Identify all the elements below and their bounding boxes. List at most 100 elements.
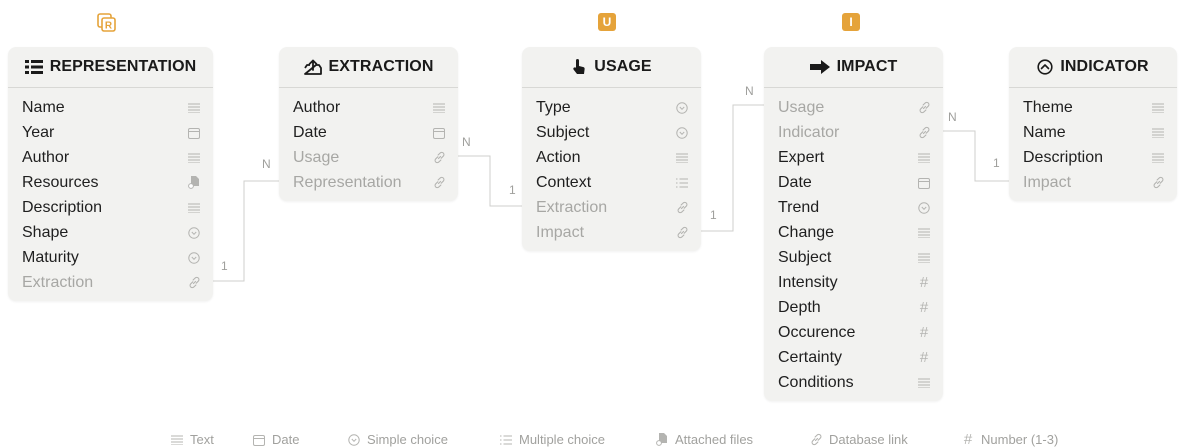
link-icon <box>809 433 823 447</box>
upload-box-icon <box>303 59 322 75</box>
cardinality-label: 1 <box>509 183 516 197</box>
field-name: Description <box>1023 148 1104 166</box>
cardinality-label: 1 <box>221 259 228 273</box>
legend-label: Attached files <box>675 432 754 447</box>
field-name: Author <box>22 148 70 166</box>
field-row: Author <box>293 95 446 120</box>
field-row: Action <box>536 145 689 170</box>
field-row: Description <box>1023 145 1165 170</box>
field-name: Indicator <box>778 123 840 141</box>
field-name: Date <box>778 173 812 191</box>
link-icon <box>432 151 446 165</box>
table-impact: IMPACT Usage Indicator Expert Date Trend Chang… <box>764 47 943 401</box>
field-row: Shape <box>22 220 201 245</box>
field-row: Name <box>22 95 201 120</box>
dropdown-icon <box>187 226 201 240</box>
dropdown-icon <box>347 433 361 447</box>
text-icon <box>187 101 201 115</box>
field-row: Extraction <box>536 195 689 220</box>
text-icon <box>917 226 931 240</box>
field-name: Type <box>536 98 571 116</box>
field-name: Shape <box>22 223 69 241</box>
table-title: INDICATOR <box>1060 58 1149 75</box>
legend-item: Date <box>252 432 299 447</box>
field-row: Date <box>293 120 446 145</box>
field-name: Usage <box>293 148 340 166</box>
field-name: Extraction <box>22 273 94 291</box>
table-header: USAGE <box>522 47 701 88</box>
text-icon <box>187 151 201 165</box>
text-icon <box>432 101 446 115</box>
field-row: Change <box>778 220 931 245</box>
text-icon <box>1151 151 1165 165</box>
pointer-hand-icon <box>571 58 587 76</box>
field-name: Extraction <box>536 198 608 216</box>
attachment-icon <box>187 176 201 190</box>
legend-item: Attached files <box>655 432 753 447</box>
link-icon <box>187 276 201 290</box>
link-icon <box>1151 176 1165 190</box>
legend-item: Database link <box>809 432 908 447</box>
hash-icon: # <box>919 274 929 291</box>
field-row: Trend <box>778 195 931 220</box>
field-name: Context <box>536 173 592 191</box>
legend-label: Text <box>190 432 214 447</box>
field-name: Year <box>22 123 55 141</box>
legend-label: Date <box>272 432 300 447</box>
field-name: Representation <box>293 173 402 191</box>
calendar-icon <box>187 126 201 140</box>
field-name: Depth <box>778 298 821 316</box>
cardinality-label: N <box>745 84 754 98</box>
cardinality-label: 1 <box>993 156 1000 170</box>
table-header: IMPACT <box>764 47 943 88</box>
table-header: EXTRACTION <box>279 47 458 88</box>
list-icon <box>499 433 513 447</box>
field-row: Date <box>778 170 931 195</box>
field-row: Certainty # <box>778 345 931 370</box>
table-representation: REPRESENTATION Name Year Author Resources Des… <box>8 47 213 301</box>
hash-icon: # <box>919 299 929 316</box>
calendar-icon <box>917 176 931 190</box>
list-icon <box>675 176 689 190</box>
field-row: Maturity <box>22 245 201 270</box>
field-row: Author <box>22 145 201 170</box>
field-name: Name <box>22 98 65 116</box>
cardinality-label: N <box>262 157 271 171</box>
field-name: Usage <box>778 98 825 116</box>
field-type-legend: Text Date Simple choice Multiple choice Atta… <box>0 432 1182 448</box>
text-icon <box>187 201 201 215</box>
field-row: Impact <box>536 220 689 245</box>
calendar-icon <box>432 126 446 140</box>
field-name: Trend <box>778 198 820 216</box>
legend-item: Simple choice <box>347 432 448 447</box>
text-icon <box>675 151 689 165</box>
legend-label: Multiple choice <box>519 432 605 447</box>
field-name: Occurence <box>778 323 856 341</box>
field-row: Year <box>22 120 201 145</box>
field-row: Theme <box>1023 95 1165 120</box>
field-row: Context <box>536 170 689 195</box>
field-name: Intensity <box>778 273 838 291</box>
field-name: Subject <box>536 123 590 141</box>
cardinality-label: N <box>948 110 957 124</box>
calendar-icon <box>252 433 266 447</box>
field-row: Occurence # <box>778 320 931 345</box>
table-title: USAGE <box>594 58 652 75</box>
field-row: Expert <box>778 145 931 170</box>
field-row: Representation <box>293 170 446 195</box>
grid-icon <box>24 60 43 74</box>
hash-icon: # <box>963 431 973 448</box>
table-header: REPRESENTATION <box>8 47 213 88</box>
field-name: Impact <box>536 223 585 241</box>
legend-label: Database link <box>829 432 908 447</box>
field-name: Subject <box>778 248 832 266</box>
legend-label: Simple choice <box>367 432 448 447</box>
hash-icon: # <box>919 349 929 366</box>
field-row: Subject <box>778 245 931 270</box>
field-name: Expert <box>778 148 825 166</box>
hash-icon: # <box>919 324 929 341</box>
legend-item: # Number (1-3) <box>961 432 1058 447</box>
usage-badge: U <box>598 13 616 31</box>
field-name: Action <box>536 148 581 166</box>
field-row: Usage <box>778 95 931 120</box>
